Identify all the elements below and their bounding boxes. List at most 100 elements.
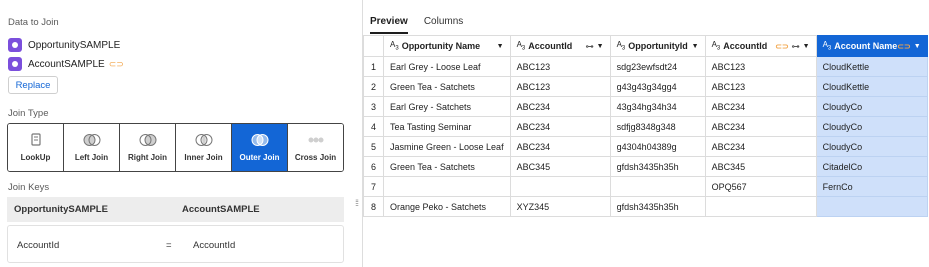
join-type-left[interactable]: Left Join	[64, 124, 120, 171]
column-header[interactable]: A3 Opportunity Name ▼	[383, 35, 511, 57]
join-type-label-text: LookUp	[20, 153, 51, 162]
join-type-label-text: Cross Join	[294, 153, 337, 162]
table-row: 5 Jasmine Green - Loose Leaf ABC234 g430…	[363, 136, 928, 157]
table-row: 1 Earl Grey - Loose Leaf ABC123 sdg23ewf…	[363, 56, 928, 77]
table-cell[interactable]: ABC123	[704, 76, 817, 97]
column-header[interactable]: A3 AccountId ⊶ ▼	[509, 35, 611, 57]
table-cell[interactable]: ABC123	[509, 76, 611, 97]
row-number: 8	[363, 196, 384, 217]
keys-header-left: OpportunitySAMPLE	[14, 204, 108, 215]
datasource-opportunity[interactable]: OpportunitySAMPLE	[8, 37, 120, 53]
table-cell[interactable]: ABC123	[509, 56, 611, 77]
table-cell[interactable]: ABC234	[509, 136, 611, 157]
table-cell[interactable]: CloudyCo	[815, 116, 928, 137]
outer-join-icon	[251, 134, 268, 146]
table-cell[interactable]: ABC345	[509, 156, 611, 177]
tab-columns[interactable]: Columns	[424, 16, 463, 34]
row-number: 4	[363, 116, 384, 137]
table-cell[interactable]: g43g43g34gg4	[609, 76, 706, 97]
join-type-label-text: Inner Join	[184, 153, 223, 162]
table-cell[interactable]	[609, 176, 706, 197]
datasource-icon	[8, 57, 22, 71]
join-key-marker-icon: ⊂⊃	[108, 58, 124, 69]
table-cell[interactable]: CloudKettle	[815, 76, 928, 97]
table-cell[interactable]: CloudyCo	[815, 96, 928, 117]
join-keys-header: OpportunitySAMPLE AccountSAMPLE	[7, 197, 344, 222]
tab-preview[interactable]: Preview	[370, 16, 408, 34]
replace-button[interactable]: Replace	[8, 76, 58, 94]
table-cell[interactable]: XYZ345	[509, 196, 611, 217]
table-row: 3 Earl Grey - Satchets ABC234 43g34hg34h…	[363, 96, 928, 117]
table-cell[interactable]: ABC234	[704, 136, 817, 157]
table-row: 4 Tea Tasting Seminar ABC234 sdfjg8348g3…	[363, 116, 928, 137]
text-type-icon: A3	[616, 40, 626, 52]
table-cell[interactable]: Green Tea - Satchets	[383, 76, 511, 97]
table-cell[interactable]: gfdsh3435h35h	[609, 196, 706, 217]
join-type-right[interactable]: Right Join	[120, 124, 176, 171]
column-header[interactable]: A3 AccountId ⊂⊃ ⊶ ▼	[704, 35, 817, 57]
preview-tabs: Preview Columns	[370, 16, 463, 34]
table-cell[interactable]: 43g34hg34h34	[609, 96, 706, 117]
join-type-label: Join Type	[8, 108, 49, 119]
table-cell[interactable]	[704, 196, 817, 217]
table-cell[interactable]: sdg23ewfsdt24	[609, 56, 706, 77]
join-type-lookup[interactable]: LookUp	[8, 124, 64, 171]
table-cell[interactable]	[509, 176, 611, 197]
row-number: 7	[363, 176, 384, 197]
row-number: 1	[363, 56, 384, 77]
table-cell[interactable]: Earl Grey - Loose Leaf	[383, 56, 511, 77]
datasource-account[interactable]: AccountSAMPLE ⊂⊃	[8, 56, 124, 72]
table-cell[interactable]: ABC234	[509, 96, 611, 117]
table-cell[interactable]: ABC234	[704, 116, 817, 137]
join-type-selector: LookUp Left Join Right Join Inner Join O…	[7, 123, 344, 172]
chevron-down-icon[interactable]: ▼	[597, 43, 604, 50]
row-number: 6	[363, 156, 384, 177]
right-join-icon	[139, 134, 156, 146]
inner-join-icon	[195, 134, 212, 146]
table-cell[interactable]: FernCo	[815, 176, 928, 197]
key-icon: ⊶	[585, 41, 594, 51]
join-keys-label: Join Keys	[8, 182, 50, 193]
table-cell[interactable]: Tea Tasting Seminar	[383, 116, 511, 137]
column-title: Opportunity Name	[401, 41, 481, 51]
resize-handle-icon[interactable]: ⁞⁞	[355, 198, 359, 208]
chevron-down-icon[interactable]: ▼	[692, 43, 699, 50]
datasource-name: AccountSAMPLE	[28, 58, 105, 70]
table-cell[interactable]: g4304h04389g	[609, 136, 706, 157]
table-cell[interactable]: CloudKettle	[815, 56, 928, 77]
left-join-icon	[83, 134, 100, 146]
join-key-row[interactable]: AccountId = AccountId	[7, 225, 344, 263]
join-key-marker-icon: ⊂⊃	[897, 41, 911, 51]
chevron-down-icon[interactable]: ▼	[497, 43, 504, 50]
join-type-label-text: Right Join	[127, 153, 168, 162]
text-type-icon: A3	[516, 40, 526, 52]
table-cell[interactable]	[383, 176, 511, 197]
join-type-outer[interactable]: Outer Join	[232, 124, 288, 171]
chevron-down-icon[interactable]: ▼	[803, 43, 810, 50]
join-type-inner[interactable]: Inner Join	[176, 124, 232, 171]
table-cell[interactable]: OPQ567	[704, 176, 817, 197]
join-type-label-text: Outer Join	[239, 153, 280, 162]
table-cell[interactable]	[815, 196, 928, 217]
table-header-row: A3 Opportunity Name ▼ A3 AccountId ⊶ ▼ A3…	[363, 35, 928, 57]
table-cell[interactable]: Orange Peko - Satchets	[383, 196, 511, 217]
table-cell[interactable]: ABC123	[704, 56, 817, 77]
table-cell[interactable]: ABC345	[704, 156, 817, 177]
table-cell[interactable]: ABC234	[509, 116, 611, 137]
table-cell[interactable]: Green Tea - Satchets	[383, 156, 511, 177]
table-row: 7 OPQ567 FernCo	[363, 176, 928, 197]
table-cell[interactable]: gfdsh3435h35h	[609, 156, 706, 177]
join-type-cross[interactable]: Cross Join	[288, 124, 343, 171]
table-cell[interactable]: Jasmine Green - Loose Leaf	[383, 136, 511, 157]
table-cell[interactable]: CitadelCo	[815, 156, 928, 177]
column-header[interactable]: A3 OpportunityId ▼	[609, 35, 706, 57]
table-row: 6 Green Tea - Satchets ABC345 gfdsh3435h…	[363, 156, 928, 177]
chevron-down-icon[interactable]: ▼	[914, 43, 921, 50]
column-header-selected[interactable]: A3 Account Name ⊂⊃ ▼	[815, 35, 928, 57]
table-cell[interactable]: sdfjg8348g348	[609, 116, 706, 137]
data-to-join-label: Data to Join	[8, 17, 59, 28]
table-cell[interactable]: CloudyCo	[815, 136, 928, 157]
table-cell[interactable]: ABC234	[704, 96, 817, 117]
join-key-marker-icon: ⊂⊃	[775, 41, 789, 51]
table-cell[interactable]: Earl Grey - Satchets	[383, 96, 511, 117]
